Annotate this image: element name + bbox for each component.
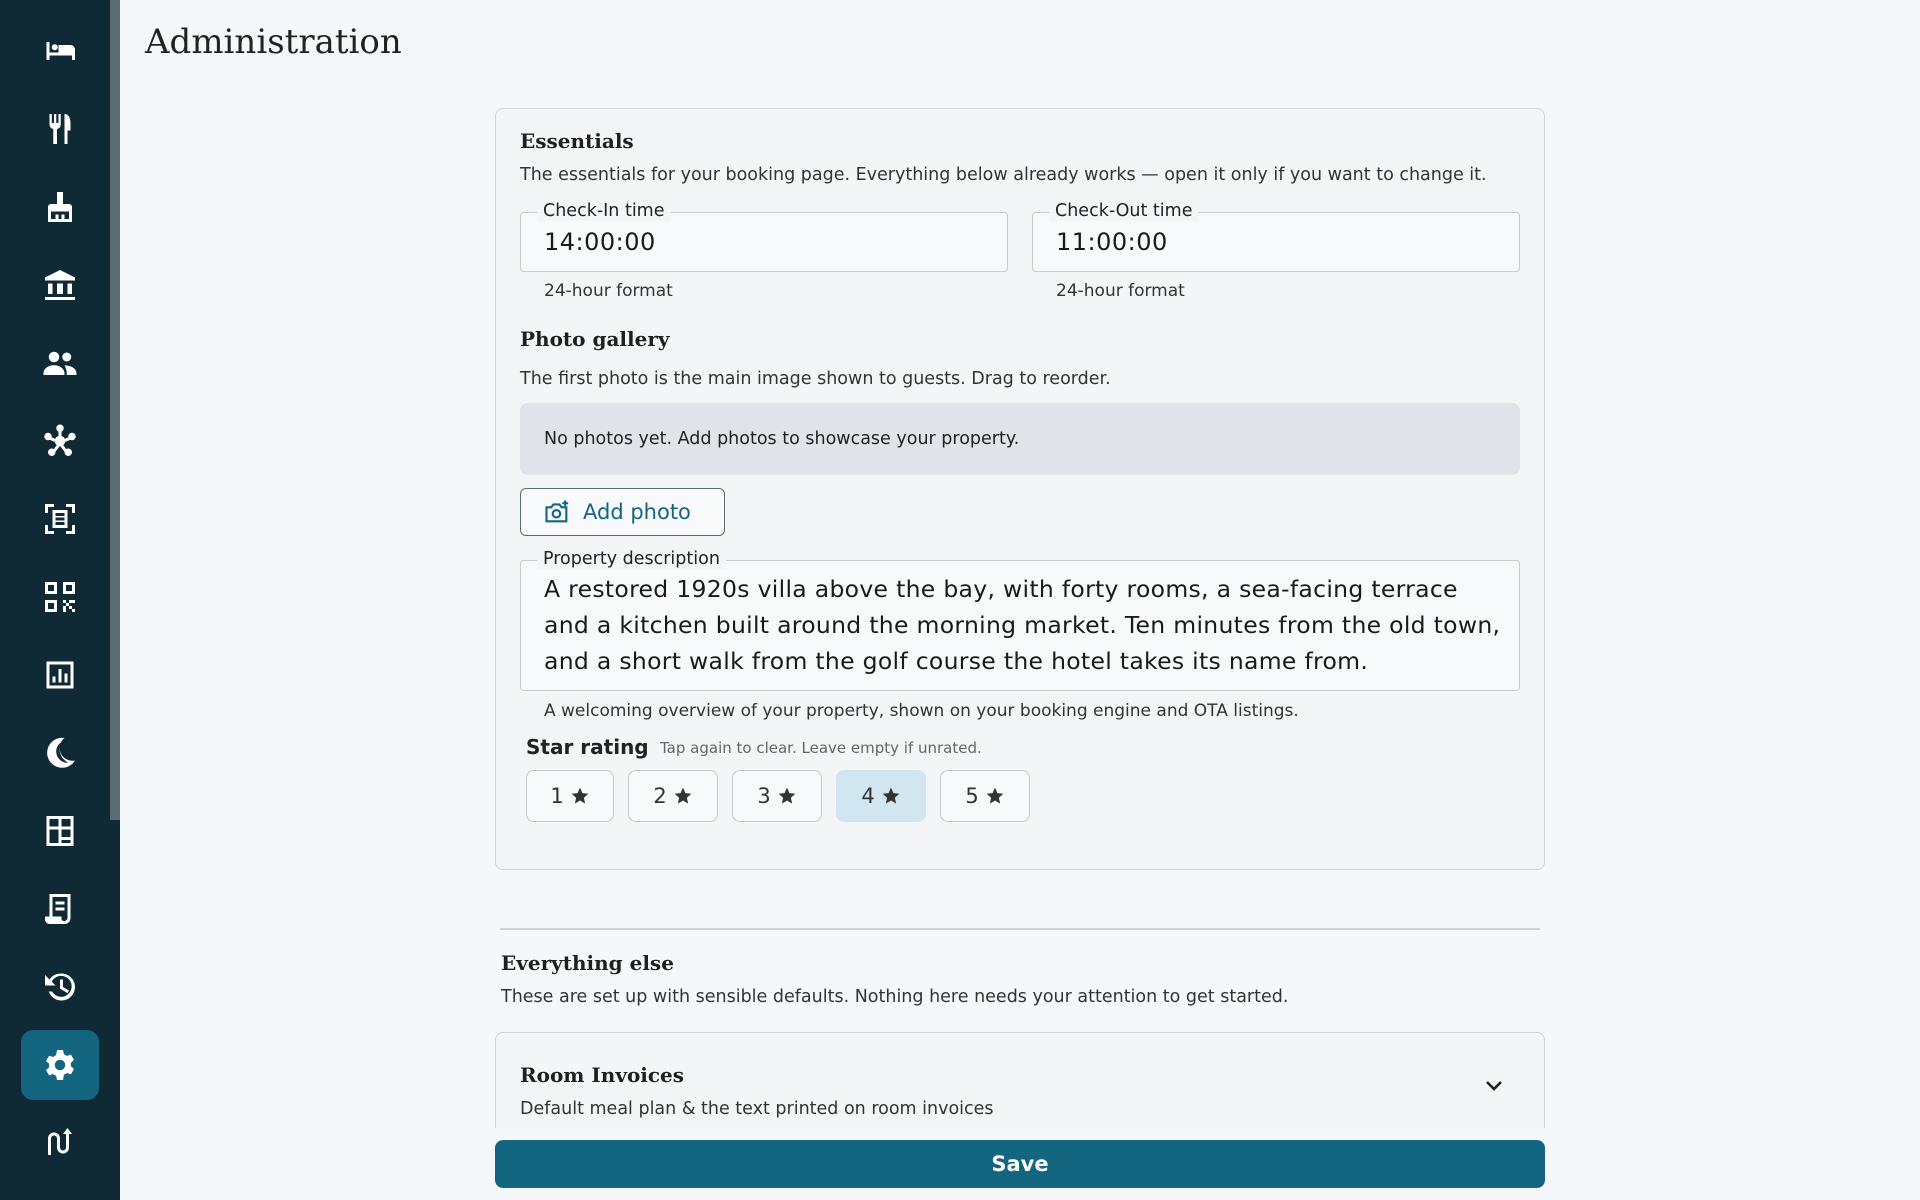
save-button[interactable]: Save <box>495 1140 1545 1188</box>
checkin-time-value: 14:00:00 <box>544 228 656 256</box>
add-photo-label: Add photo <box>583 500 691 524</box>
property-description-text: A restored 1920s villa above the bay, wi… <box>544 571 1504 679</box>
sidebar-item-housekeeping[interactable] <box>21 172 99 242</box>
everything-else-description: These are set up with sensible defaults.… <box>501 987 1289 1007</box>
gear-icon <box>46 1050 74 1080</box>
star-rating-hint: Tap again to clear. Leave empty if unrat… <box>660 739 982 757</box>
sidebar <box>0 0 120 1200</box>
channel-icon <box>48 1128 72 1155</box>
star-icon <box>571 787 589 804</box>
checkin-time-helper: 24-hour format <box>544 281 673 301</box>
sidebar-scrollbar[interactable] <box>110 0 120 820</box>
night-audit-icon <box>47 737 75 768</box>
room-invoices-title: Room Invoices <box>520 1063 685 1087</box>
photo-gallery-title: Photo gallery <box>520 327 670 351</box>
add-photo-button[interactable]: Add photo <box>520 488 725 536</box>
room-invoices-description: Default meal plan & the text printed on … <box>520 1099 994 1119</box>
checkin-time-field[interactable]: Check-In time 14:00:00 <box>520 201 1008 272</box>
qr-code-icon <box>45 582 75 612</box>
empty-state-text: No photos yet. Add photos to showcase yo… <box>544 429 1020 449</box>
sidebar-item-channels[interactable] <box>21 1108 99 1178</box>
property-description-label: Property description <box>537 549 726 569</box>
star-rating-value: 1 <box>550 784 564 808</box>
sidebar-item-documents[interactable] <box>21 484 99 554</box>
checkin-time-label: Check-In time <box>537 201 671 221</box>
sidebar-item-restaurant[interactable] <box>21 94 99 164</box>
history-icon <box>45 973 75 1001</box>
property-description-field[interactable]: Property description A restored 1920s vi… <box>520 549 1520 691</box>
bank-icon <box>45 270 75 300</box>
star-rating-value: 4 <box>861 784 875 808</box>
sidebar-item-reports[interactable] <box>21 640 99 710</box>
checkout-time-label: Check-Out time <box>1049 201 1199 221</box>
property-description-line: and a kitchen built around the morning m… <box>544 611 1501 639</box>
chevron-down-icon[interactable] <box>1482 1073 1506 1097</box>
star-rating-option-2[interactable]: 2 <box>628 770 718 822</box>
star-rating-label: Star rating <box>526 735 649 759</box>
essentials-title: Essentials <box>520 129 634 153</box>
photo-gallery-description: The first photo is the main image shown … <box>520 369 1111 389</box>
property-description-line: and a short walk from the golf course th… <box>544 647 1369 675</box>
sidebar-item-qr[interactable] <box>21 562 99 632</box>
star-rating-value: 2 <box>653 784 667 808</box>
sidebar-item-invoices[interactable] <box>21 874 99 944</box>
everything-else-title: Everything else <box>501 951 674 975</box>
sidebar-item-settings[interactable] <box>21 1030 99 1100</box>
star-icon <box>986 787 1004 804</box>
building-icon <box>46 816 74 846</box>
star-rating-value: 3 <box>757 784 771 808</box>
checkout-time-value: 11:00:00 <box>1056 228 1168 256</box>
sidebar-item-night-audit[interactable] <box>21 718 99 788</box>
photo-gallery-empty-state: No photos yet. Add photos to showcase yo… <box>520 403 1520 475</box>
sidebar-item-rooms[interactable] <box>21 16 99 86</box>
essentials-card: Essentials The essentials for your booki… <box>495 108 1545 870</box>
property-description-line: A restored 1920s villa above the bay, wi… <box>544 575 1458 603</box>
sidebar-item-integrations[interactable] <box>21 406 99 476</box>
receipt-icon <box>45 894 71 924</box>
restaurant-icon <box>49 114 71 144</box>
star-icon <box>674 787 692 804</box>
report-icon <box>46 661 74 689</box>
star-icon <box>882 787 900 804</box>
star-rating-option-5[interactable]: 5 <box>940 770 1030 822</box>
star-rating-value: 5 <box>965 784 979 808</box>
cleaning-icon <box>48 192 72 222</box>
checkout-time-field[interactable]: Check-Out time 11:00:00 <box>1032 201 1520 272</box>
property-description-helper: A welcoming overview of your property, s… <box>544 701 1299 721</box>
add-photo-icon <box>545 500 569 523</box>
section-divider <box>500 928 1540 930</box>
bed-icon <box>46 42 75 60</box>
essentials-description: The essentials for your booking page. Ev… <box>520 165 1487 185</box>
star-icon <box>778 787 796 804</box>
sidebar-item-finance[interactable] <box>21 250 99 320</box>
page-title: Administration <box>145 22 402 62</box>
star-rating-option-1[interactable]: 1 <box>526 770 614 822</box>
sidebar-item-property[interactable] <box>21 796 99 866</box>
people-icon <box>43 351 77 375</box>
document-scan-icon <box>45 504 75 534</box>
checkout-time-helper: 24-hour format <box>1056 281 1185 301</box>
network-icon <box>44 424 76 456</box>
sidebar-item-history[interactable] <box>21 952 99 1022</box>
star-rating-option-4[interactable]: 4 <box>836 770 926 822</box>
star-rating-option-3[interactable]: 3 <box>732 770 822 822</box>
sidebar-item-guests[interactable] <box>21 328 99 398</box>
